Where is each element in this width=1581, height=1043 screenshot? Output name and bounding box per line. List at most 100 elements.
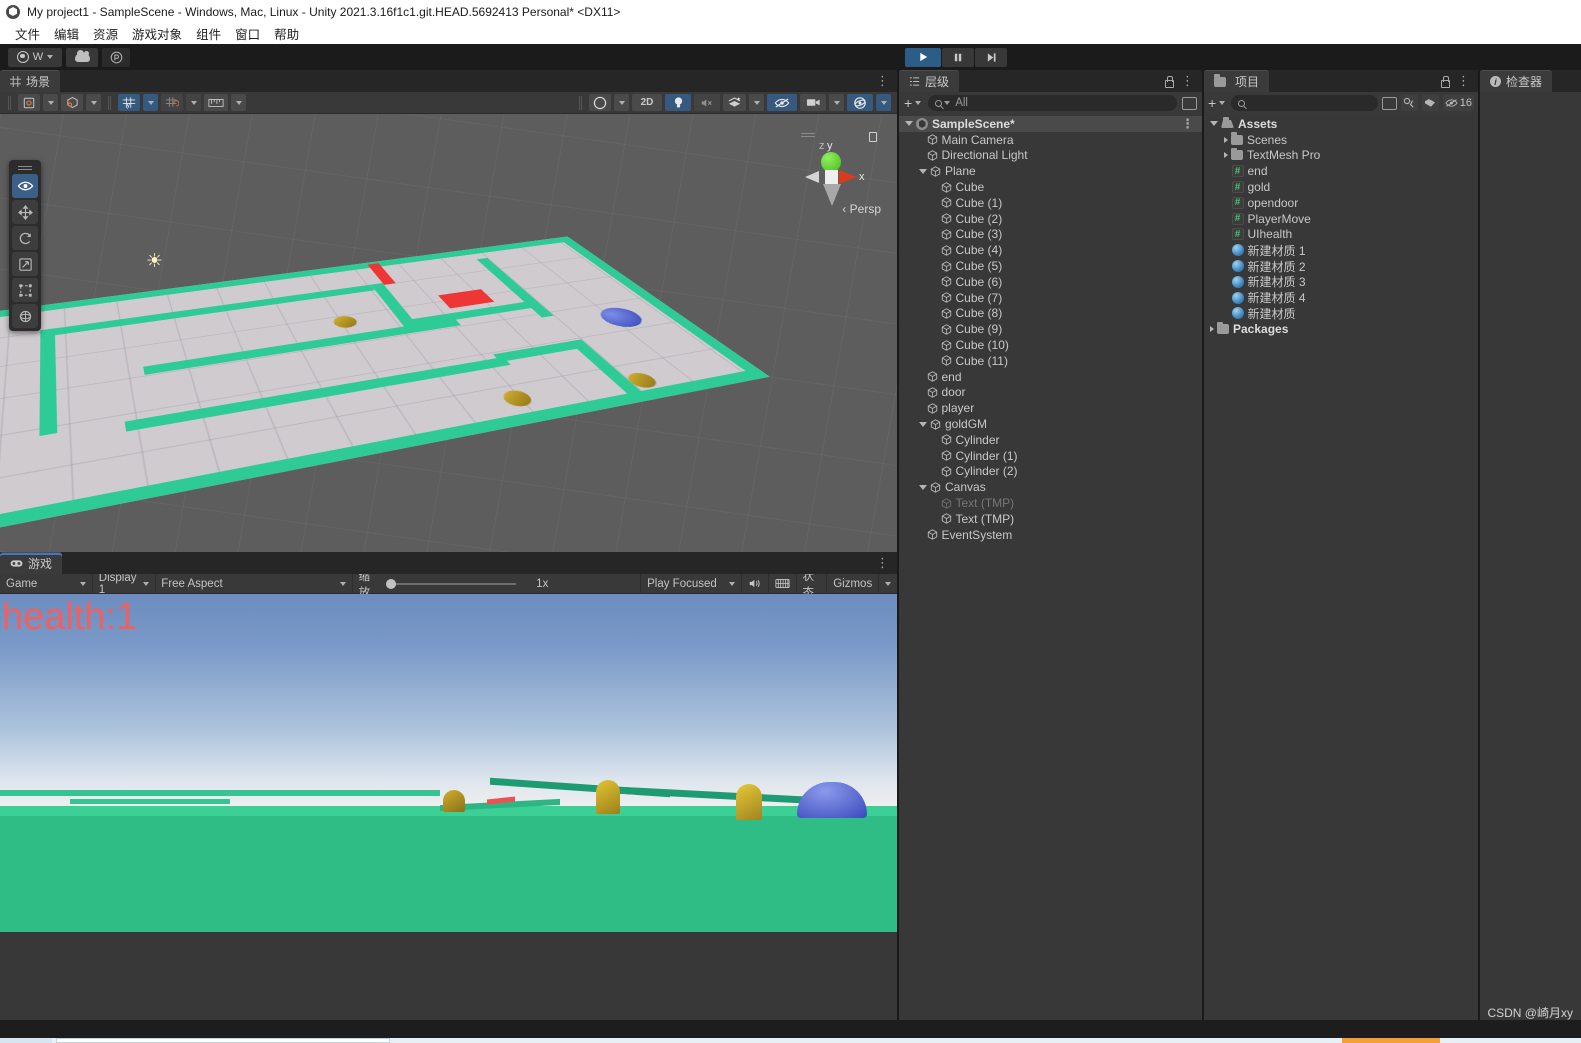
game-display-dropdown[interactable]: Display 1 xyxy=(93,572,155,596)
menu-item-window[interactable]: 窗口 xyxy=(228,23,267,44)
menu-item-gameobject[interactable]: 游戏对象 xyxy=(125,23,189,44)
game-scale-slider[interactable] xyxy=(386,578,517,589)
hierarchy-item[interactable]: Canvas xyxy=(899,479,1202,495)
step-button[interactable] xyxy=(975,47,1007,67)
project-item[interactable]: Packages xyxy=(1204,321,1478,337)
expand-arrow-icon[interactable] xyxy=(919,421,927,427)
expand-arrow-icon[interactable] xyxy=(1210,121,1218,127)
services-button[interactable] xyxy=(102,47,130,67)
project-tree[interactable]: Assets Scenes TextMesh Pro # end # gold # opendo… xyxy=(1204,114,1478,1020)
gizmo-y-handle[interactable] xyxy=(821,152,841,172)
collapse-arrow-icon[interactable] xyxy=(1224,152,1228,159)
grid-axis-dropdown[interactable] xyxy=(143,94,158,111)
project-search-mode-button[interactable] xyxy=(1381,96,1397,110)
gizmos-dropdown[interactable] xyxy=(876,94,891,111)
hierarchy-scene-menu-button[interactable]: ⋮ xyxy=(1181,117,1202,130)
scene-camera-dropdown[interactable] xyxy=(829,94,844,111)
rect-tool-button[interactable] xyxy=(12,278,38,302)
scene-visibility-toggle[interactable] xyxy=(767,94,797,111)
project-item[interactable]: Assets xyxy=(1204,116,1478,132)
game-panel-menu-button[interactable]: ⋮ xyxy=(876,556,889,569)
pivot-mode-button[interactable] xyxy=(18,94,40,111)
game-viewport[interactable]: health:1 xyxy=(0,594,897,932)
audio-toggle[interactable] xyxy=(694,94,720,111)
grid-snap-dropdown[interactable] xyxy=(186,94,201,111)
hierarchy-item[interactable]: Directional Light xyxy=(899,148,1202,164)
project-visibility-button[interactable]: 16 xyxy=(1442,95,1474,111)
pivot-dropdown[interactable] xyxy=(43,94,58,111)
hierarchy-item[interactable]: Plane xyxy=(899,163,1202,179)
gizmo-lock-icon[interactable] xyxy=(869,132,877,142)
menu-item-component[interactable]: 组件 xyxy=(189,23,228,44)
gizmo-z-handle[interactable] xyxy=(805,171,819,183)
hierarchy-item[interactable]: Cube xyxy=(899,179,1202,195)
gizmos-toggle[interactable] xyxy=(847,94,873,111)
handle-rotation-button[interactable] xyxy=(61,94,83,111)
scene-panel-menu-button[interactable]: ⋮ xyxy=(876,74,889,87)
overlay-drag-handle[interactable] xyxy=(12,163,38,172)
tab-scene[interactable]: 场景 xyxy=(0,70,61,92)
view-2d-toggle[interactable]: 2D xyxy=(632,94,662,111)
tab-inspector[interactable]: i 检查器 xyxy=(1480,70,1553,92)
project-add-button[interactable]: + xyxy=(1208,95,1227,111)
hierarchy-item[interactable]: Cube (8) xyxy=(899,306,1202,322)
hierarchy-item[interactable]: Cube (2) xyxy=(899,211,1202,227)
transform-tool-button[interactable] xyxy=(12,304,38,328)
game-aspect-dropdown[interactable]: Free Aspect xyxy=(155,574,352,594)
effects-toggle[interactable] xyxy=(723,94,746,111)
project-item[interactable]: 新建材质 4 xyxy=(1204,290,1478,306)
collapse-arrow-icon[interactable] xyxy=(1224,136,1228,143)
hierarchy-item[interactable]: Cube (9) xyxy=(899,321,1202,337)
tab-hierarchy[interactable]: 层级 xyxy=(899,70,960,92)
project-item[interactable]: 新建材质 2 xyxy=(1204,258,1478,274)
hierarchy-item[interactable]: Cube (10) xyxy=(899,337,1202,353)
hierarchy-item[interactable]: Cylinder xyxy=(899,432,1202,448)
cloud-button[interactable] xyxy=(66,47,98,67)
scene-viewport[interactable]: ☀ 🎥 xyxy=(0,114,897,552)
game-stats-icon-button[interactable] xyxy=(769,574,796,594)
hierarchy-item[interactable]: Text (TMP) xyxy=(899,495,1202,511)
hierarchy-item[interactable]: Cube (3) xyxy=(899,227,1202,243)
hierarchy-item[interactable]: EventSystem xyxy=(899,527,1202,543)
project-item[interactable]: 新建材质 3 xyxy=(1204,274,1478,290)
effects-dropdown[interactable] xyxy=(749,94,764,111)
lock-icon[interactable] xyxy=(1164,75,1174,88)
play-button[interactable] xyxy=(905,47,941,67)
game-gizmos-button[interactable]: Gizmos xyxy=(827,574,878,594)
hierarchy-item[interactable]: door xyxy=(899,385,1202,401)
project-item[interactable]: # gold xyxy=(1204,179,1478,195)
project-item[interactable]: # opendoor xyxy=(1204,195,1478,211)
game-stats-button[interactable]: 状态 xyxy=(796,571,826,599)
grid-size-button[interactable] xyxy=(204,94,228,111)
project-search-input[interactable] xyxy=(1231,95,1378,111)
hierarchy-add-button[interactable]: + xyxy=(904,95,923,111)
hierarchy-item[interactable]: goldGM xyxy=(899,416,1202,432)
game-target-dropdown[interactable]: Game xyxy=(0,574,92,594)
gizmo-down-handle[interactable] xyxy=(823,184,841,206)
grid-size-dropdown[interactable] xyxy=(231,94,246,111)
game-gizmos-dropdown[interactable] xyxy=(879,574,897,594)
hierarchy-item[interactable]: Cube (1) xyxy=(899,195,1202,211)
project-item[interactable]: TextMesh Pro xyxy=(1204,147,1478,164)
account-button[interactable]: W xyxy=(8,47,62,67)
hierarchy-panel-menu-button[interactable]: ⋮ xyxy=(1181,74,1194,87)
rotate-tool-button[interactable] xyxy=(12,226,38,250)
shading-mode-button[interactable] xyxy=(589,94,611,111)
collapse-arrow-icon[interactable] xyxy=(1210,326,1214,333)
save-search-icon[interactable] xyxy=(1400,95,1418,111)
expand-arrow-icon[interactable] xyxy=(905,121,913,127)
hierarchy-item[interactable]: Cube (11) xyxy=(899,353,1202,369)
hierarchy-item[interactable]: Cube (5) xyxy=(899,258,1202,274)
hierarchy-item[interactable]: Cylinder (1) xyxy=(899,448,1202,464)
handle-rotation-dropdown[interactable] xyxy=(86,94,101,111)
grid-snap-button[interactable] xyxy=(161,94,183,111)
grid-axis-button[interactable]: y xyxy=(118,94,140,111)
project-item[interactable]: 新建材质 xyxy=(1204,306,1478,322)
hierarchy-search-mode-button[interactable] xyxy=(1182,96,1197,110)
hierarchy-tree[interactable]: SampleScene* ⋮ Main Camera Directional Ligh… xyxy=(899,114,1202,1020)
hierarchy-item[interactable]: Text (TMP) xyxy=(899,511,1202,527)
hierarchy-item[interactable]: Cube (4) xyxy=(899,242,1202,258)
hierarchy-item[interactable]: SampleScene* ⋮ xyxy=(899,116,1202,132)
hierarchy-item[interactable]: player xyxy=(899,400,1202,416)
expand-arrow-icon[interactable] xyxy=(919,168,927,174)
